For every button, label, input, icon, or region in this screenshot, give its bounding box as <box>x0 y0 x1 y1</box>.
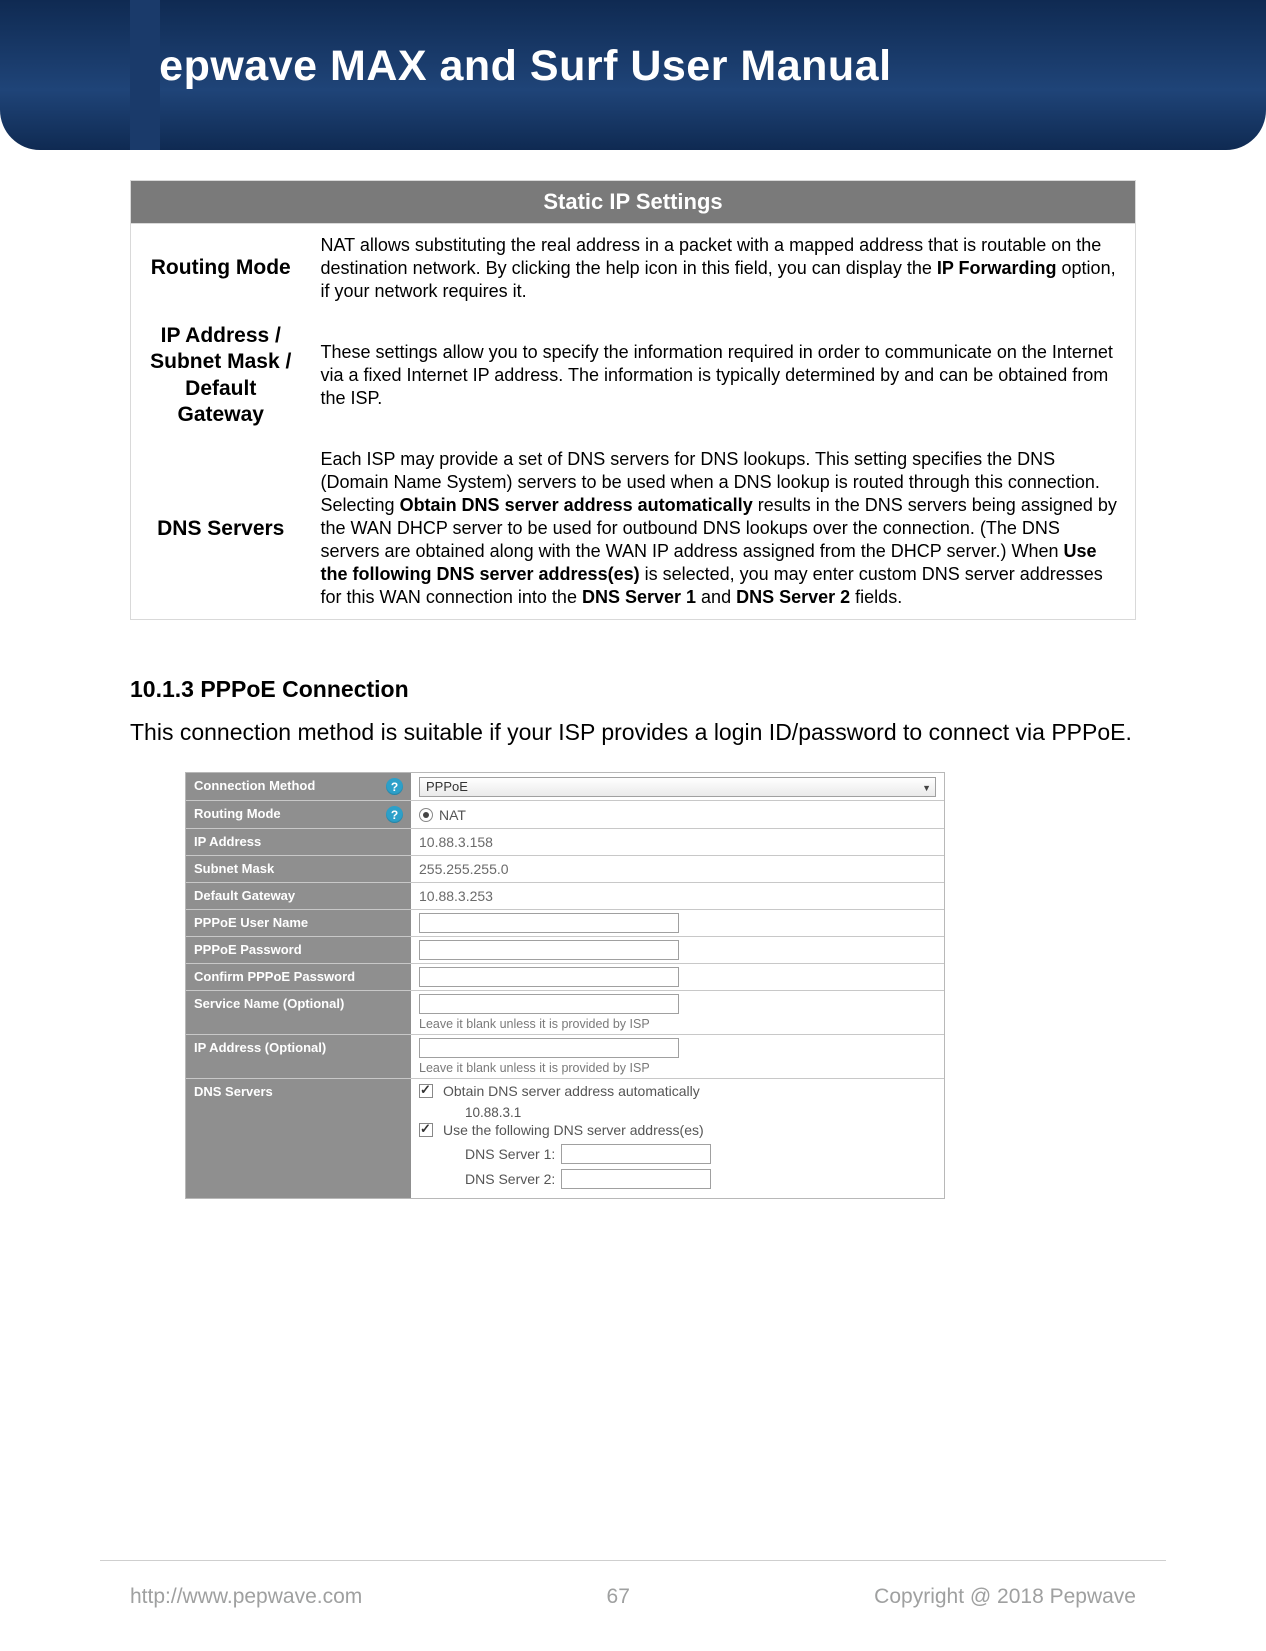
pppoe-user-input[interactable] <box>419 913 679 933</box>
text: These settings allow you to specify the … <box>321 342 1113 408</box>
radio-label: NAT <box>439 807 466 823</box>
dns-manual-checkbox[interactable] <box>419 1123 433 1137</box>
page-footer: http://www.pepwave.com 67 Copyright @ 20… <box>0 1585 1266 1609</box>
page-content: Static IP Settings Routing Mode NAT allo… <box>0 150 1266 1199</box>
pppoe-config-panel: Connection Method ? PPPoE Routing Mode ?… <box>185 772 945 1199</box>
header-band: Pepwave MAX and Surf User Manual <box>0 0 1266 150</box>
value-default-gateway: 10.88.3.253 <box>411 883 944 909</box>
service-name-input[interactable] <box>419 994 679 1014</box>
dns-server-2-input[interactable] <box>561 1169 711 1189</box>
label-ip-address: IP Address <box>186 829 411 855</box>
routing-mode-nat-radio[interactable] <box>419 808 433 822</box>
dns-server-1-row: DNS Server 1: <box>465 1144 936 1164</box>
bold-text: DNS Server 2 <box>736 587 850 607</box>
row-service-name: Service Name (Optional) Leave it blank u… <box>186 991 944 1035</box>
pppoe-pass2-input[interactable] <box>419 967 679 987</box>
section-paragraph: This connection method is suitable if yo… <box>130 717 1136 748</box>
table-row: DNS Servers Each ISP may provide a set o… <box>131 438 1136 620</box>
ip-optional-input[interactable] <box>419 1038 679 1058</box>
dns-server-2-row: DNS Server 2: <box>465 1169 936 1189</box>
table-title: Static IP Settings <box>131 181 1136 224</box>
page-number: 67 <box>607 1585 630 1609</box>
row-label-routing-mode: Routing Mode <box>131 224 311 314</box>
label-routing-mode: Routing Mode ? <box>186 801 411 828</box>
table-row: IP Address / Subnet Mask / Default Gatew… <box>131 313 1136 438</box>
connection-method-select[interactable]: PPPoE <box>419 777 936 797</box>
value-subnet-mask: 255.255.255.0 <box>411 856 944 882</box>
row-desc-ip-mask-gw: These settings allow you to specify the … <box>311 313 1136 438</box>
label-connection-method: Connection Method ? <box>186 773 411 800</box>
row-dns-servers: DNS Servers Obtain DNS server address au… <box>186 1079 944 1198</box>
dns-auto-option: Obtain DNS server address automatically <box>419 1083 936 1099</box>
dns-server-2-label: DNS Server 2: <box>465 1171 555 1187</box>
dns-manual-option: Use the following DNS server address(es) <box>419 1122 936 1138</box>
row-label-dns: DNS Servers <box>131 438 311 620</box>
row-default-gateway: Default Gateway 10.88.3.253 <box>186 883 944 910</box>
footer-copyright: Copyright @ 2018 Pepwave <box>874 1585 1136 1609</box>
value-routing-mode: NAT <box>411 801 944 828</box>
label-pppoe-pass2: Confirm PPPoE Password <box>186 964 411 990</box>
dns-manual-label: Use the following DNS server address(es) <box>443 1122 704 1138</box>
dns-server-1-label: DNS Server 1: <box>465 1146 555 1162</box>
value-service-name: Leave it blank unless it is provided by … <box>411 991 944 1034</box>
value-connection-method: PPPoE <box>411 773 944 800</box>
label-default-gateway: Default Gateway <box>186 883 411 909</box>
label-pppoe-pass: PPPoE Password <box>186 937 411 963</box>
bold-text: IP Forwarding <box>937 258 1057 278</box>
dns-server-1-input[interactable] <box>561 1144 711 1164</box>
value-ip-optional: Leave it blank unless it is provided by … <box>411 1035 944 1078</box>
row-connection-method: Connection Method ? PPPoE <box>186 773 944 801</box>
help-icon[interactable]: ? <box>386 778 403 795</box>
label-subnet-mask: Subnet Mask <box>186 856 411 882</box>
document-title: Pepwave MAX and Surf User Manual <box>130 42 1206 91</box>
footer-url: http://www.pepwave.com <box>130 1585 362 1609</box>
dns-auto-checkbox[interactable] <box>419 1084 433 1098</box>
dns-auto-ip: 10.88.3.1 <box>465 1105 936 1120</box>
value-pppoe-pass <box>411 937 944 963</box>
row-pppoe-pass2: Confirm PPPoE Password <box>186 964 944 991</box>
row-ip-optional: IP Address (Optional) Leave it blank unl… <box>186 1035 944 1079</box>
row-label-ip-mask-gw: IP Address / Subnet Mask / Default Gatew… <box>131 313 311 438</box>
dns-auto-label: Obtain DNS server address automatically <box>443 1083 700 1099</box>
bold-text: Obtain DNS server address automatically <box>400 495 753 515</box>
value-ip-address: 10.88.3.158 <box>411 829 944 855</box>
text: and <box>696 587 736 607</box>
label-service-name: Service Name (Optional) <box>186 991 411 1034</box>
footer-divider <box>100 1560 1166 1561</box>
bold-text: DNS Server 1 <box>582 587 696 607</box>
ip-optional-hint: Leave it blank unless it is provided by … <box>419 1061 936 1075</box>
row-pppoe-pass: PPPoE Password <box>186 937 944 964</box>
help-icon[interactable]: ? <box>386 806 403 823</box>
value-dns-servers: Obtain DNS server address automatically … <box>411 1079 944 1198</box>
row-subnet-mask: Subnet Mask 255.255.255.0 <box>186 856 944 883</box>
row-desc-dns: Each ISP may provide a set of DNS server… <box>311 438 1136 620</box>
table-header-row: Static IP Settings <box>131 181 1136 224</box>
table-row: Routing Mode NAT allows substituting the… <box>131 224 1136 314</box>
label-text: Routing Mode <box>194 806 281 821</box>
pppoe-pass-input[interactable] <box>419 940 679 960</box>
row-pppoe-user: PPPoE User Name <box>186 910 944 937</box>
service-name-hint: Leave it blank unless it is provided by … <box>419 1017 936 1031</box>
label-dns-servers: DNS Servers <box>186 1079 411 1198</box>
text: fields. <box>850 587 902 607</box>
label-text: Connection Method <box>194 778 315 793</box>
row-routing-mode: Routing Mode ? NAT <box>186 801 944 829</box>
row-desc-routing-mode: NAT allows substituting the real address… <box>311 224 1136 314</box>
row-ip-address: IP Address 10.88.3.158 <box>186 829 944 856</box>
label-pppoe-user: PPPoE User Name <box>186 910 411 936</box>
label-ip-optional: IP Address (Optional) <box>186 1035 411 1078</box>
section-heading: 10.1.3 PPPoE Connection <box>130 676 1136 703</box>
static-ip-settings-table: Static IP Settings Routing Mode NAT allo… <box>130 180 1136 620</box>
value-pppoe-user <box>411 910 944 936</box>
value-pppoe-pass2 <box>411 964 944 990</box>
